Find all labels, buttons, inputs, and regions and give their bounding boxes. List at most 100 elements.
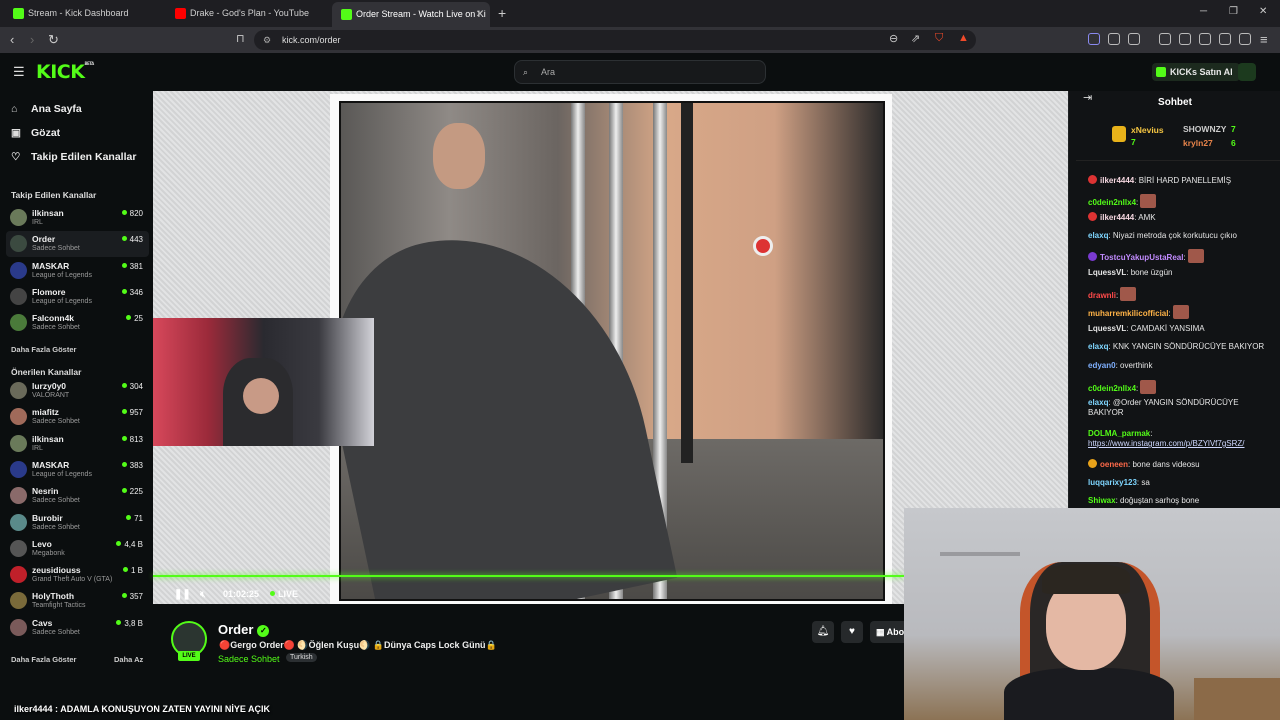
wallet2-icon[interactable] xyxy=(1199,33,1211,45)
bookmark-icon[interactable]: ⊓ xyxy=(236,32,245,45)
tab-order-stream[interactable]: Order Stream - Watch Live on Ki ✕ xyxy=(332,2,490,27)
facecam-hat xyxy=(1042,564,1130,594)
chat-username[interactable]: LquessVL xyxy=(1088,324,1126,333)
chat-username[interactable]: oeneen xyxy=(1100,460,1128,469)
followed-channel-item[interactable]: MASKAR League of Legends 381 xyxy=(6,258,149,284)
brave-shield-icon[interactable]: ⛉ xyxy=(935,32,943,45)
followed-channel-item[interactable]: Flomore League of Legends 346 xyxy=(6,284,149,310)
tab-kick-dashboard[interactable]: Stream - Kick Dashboard xyxy=(4,4,166,23)
user-avatar[interactable] xyxy=(1238,63,1256,81)
wallet-icon[interactable] xyxy=(1128,33,1140,45)
recommended-channel-item[interactable]: ilkinsan IRL 813 xyxy=(6,431,149,457)
buy-kicks-button[interactable]: KICKs Satın Al xyxy=(1152,63,1240,81)
followed-channels-heading: Takip Edilen Kanallar xyxy=(11,190,97,200)
close-tab-icon[interactable]: ✕ xyxy=(476,2,484,27)
site-info-icon[interactable]: ⚙ xyxy=(263,30,271,50)
kick-header: ☰ KICKBETA ⌕ Ara KICKs Satın Al xyxy=(0,53,1280,91)
music-icon[interactable] xyxy=(1159,33,1171,45)
nav-home[interactable]: ⌂ Ana Sayfa xyxy=(11,103,82,115)
forward-icon[interactable]: › xyxy=(30,32,34,47)
chat-username[interactable]: elaxq xyxy=(1088,398,1108,407)
recommended-channel-item[interactable]: lurzy0y0 VALORANT 304 xyxy=(6,378,149,404)
search-input[interactable]: ⌕ Ara xyxy=(514,60,766,84)
zoom-icon[interactable]: ⊖ xyxy=(889,32,898,45)
nav-browse[interactable]: ▣ Gözat xyxy=(11,127,60,139)
third-gifter-name: kryln27 xyxy=(1183,138,1213,148)
mute-icon[interactable]: 🔇︎ xyxy=(200,589,206,600)
channel-viewers: 820 xyxy=(122,209,143,218)
show-more-followed-button[interactable]: Daha Fazla Göster xyxy=(11,345,76,354)
puzzle-icon[interactable] xyxy=(1108,33,1120,45)
hamburger-menu-icon[interactable]: ☰ xyxy=(13,64,25,80)
back-icon[interactable]: ‹ xyxy=(10,32,14,47)
notification-bell-icon[interactable]: 🔔︎ xyxy=(812,621,834,643)
subscribe-button[interactable]: ▦ Abo xyxy=(870,621,904,643)
restore-icon[interactable]: ❐ xyxy=(1229,6,1238,17)
recommended-channel-item[interactable]: MASKAR League of Legends 383 xyxy=(6,457,149,483)
stream-category[interactable]: Sadece Sohbet xyxy=(218,654,280,664)
url-field[interactable]: ⚙ kick.com/order xyxy=(254,30,976,50)
nav-following[interactable]: ♡ Takip Edilen Kanallar xyxy=(11,151,136,163)
show-less-button[interactable]: Daha Az xyxy=(114,655,143,664)
chat-username[interactable]: LquessVL xyxy=(1088,268,1126,277)
video-door xyxy=(681,103,693,463)
kick-logo[interactable]: KICKBETA xyxy=(36,61,94,83)
share-icon[interactable]: ⇗ xyxy=(911,32,920,45)
channel-avatar xyxy=(10,592,27,610)
chat-username[interactable]: ilker4444 xyxy=(1100,213,1134,222)
recommended-channel-item[interactable]: HolyThoth Teamfight Tactics 357 xyxy=(6,588,149,614)
tab-youtube[interactable]: Drake - God's Plan - YouTube xyxy=(166,4,330,23)
streamer-name[interactable]: Order xyxy=(218,622,253,637)
extension-icon[interactable] xyxy=(1088,33,1100,45)
chat-text: sa xyxy=(1141,478,1150,487)
emote-icon xyxy=(1172,305,1189,319)
chat-username[interactable]: c0dein2nllx4 xyxy=(1088,384,1136,393)
channel-avatar xyxy=(10,261,27,279)
webcam-face xyxy=(243,378,279,414)
new-tab-icon[interactable]: + xyxy=(498,5,506,21)
chat-username[interactable]: Shiwax xyxy=(1088,496,1116,505)
channel-name: MASKAR xyxy=(32,260,70,271)
search-icon: ⌕ xyxy=(523,67,529,77)
recommended-channel-item[interactable]: miafitz Sadece Sohbet 957 xyxy=(6,404,149,430)
followed-channel-item[interactable]: Order Sadece Sohbet 443 xyxy=(6,231,149,258)
recommended-channel-item[interactable]: Nesrin Sadece Sohbet 225 xyxy=(6,483,149,509)
followed-channel-item[interactable]: Falconn4k Sadece Sohbet 25 xyxy=(6,310,149,336)
chat-username[interactable]: ilker4444 xyxy=(1100,176,1134,185)
chat-username[interactable]: elaxq xyxy=(1088,342,1108,351)
recommended-channel-item[interactable]: zeusidiouss Grand Theft Auto V (GTA) 1 B xyxy=(6,562,149,588)
progress-bar[interactable] xyxy=(153,575,904,577)
channel-avatar xyxy=(10,209,27,226)
chat-username[interactable]: edyan0 xyxy=(1088,361,1116,370)
close-window-icon[interactable]: ✕ xyxy=(1259,6,1267,17)
follow-heart-icon[interactable]: ♥ xyxy=(841,621,863,643)
menu-icon[interactable]: ≡ xyxy=(1260,32,1268,47)
recommended-channel-item[interactable]: Burobir Sadece Sohbet 71 xyxy=(6,510,149,536)
chat-caption-overlay: ilker4444 : ADAMLA KONUŞUYON ZATEN YAYIN… xyxy=(14,704,271,714)
vpn-icon[interactable] xyxy=(1239,33,1251,45)
live-badge: LIVE xyxy=(178,651,200,661)
minimize-icon[interactable]: ─ xyxy=(1200,6,1207,17)
leo-icon[interactable] xyxy=(1219,33,1231,45)
chat-username[interactable]: drawnli xyxy=(1088,291,1116,300)
video-player[interactable] xyxy=(339,101,885,601)
browser-tab-bar: Stream - Kick Dashboard Drake - God's Pl… xyxy=(0,0,1280,27)
recommended-channel-item[interactable]: Cavs Sadece Sohbet 3,8 B xyxy=(6,615,149,641)
rewards-icon[interactable]: ▲ xyxy=(958,32,969,44)
channel-name: Burobir xyxy=(32,512,63,523)
language-tag[interactable]: Turkish xyxy=(286,653,317,662)
chat-username[interactable]: DOLMA_parmak xyxy=(1088,429,1150,438)
reload-icon[interactable]: ↻ xyxy=(48,32,59,48)
recommended-channel-item[interactable]: Levo Megabonk 4,4 B xyxy=(6,536,149,562)
chat-username[interactable]: elaxq xyxy=(1088,231,1108,240)
chat-message: oeneen: bone dans videosu xyxy=(1088,459,1270,470)
channel-avatar xyxy=(10,513,27,531)
chat-username[interactable]: TostcuYakupUstaReal xyxy=(1100,253,1183,262)
pause-icon[interactable]: ❚❚ xyxy=(174,589,191,600)
chat-username[interactable]: muharremkilicofficial xyxy=(1088,309,1168,318)
show-more-recommended-button[interactable]: Daha Fazla Göster xyxy=(11,655,76,664)
chat-username[interactable]: c0dein2nllx4 xyxy=(1088,198,1136,207)
followed-channel-item[interactable]: ilkinsan IRL 820 xyxy=(6,205,149,231)
sidebar-icon[interactable] xyxy=(1179,33,1191,45)
chat-username[interactable]: luqqarixy123 xyxy=(1088,478,1137,487)
